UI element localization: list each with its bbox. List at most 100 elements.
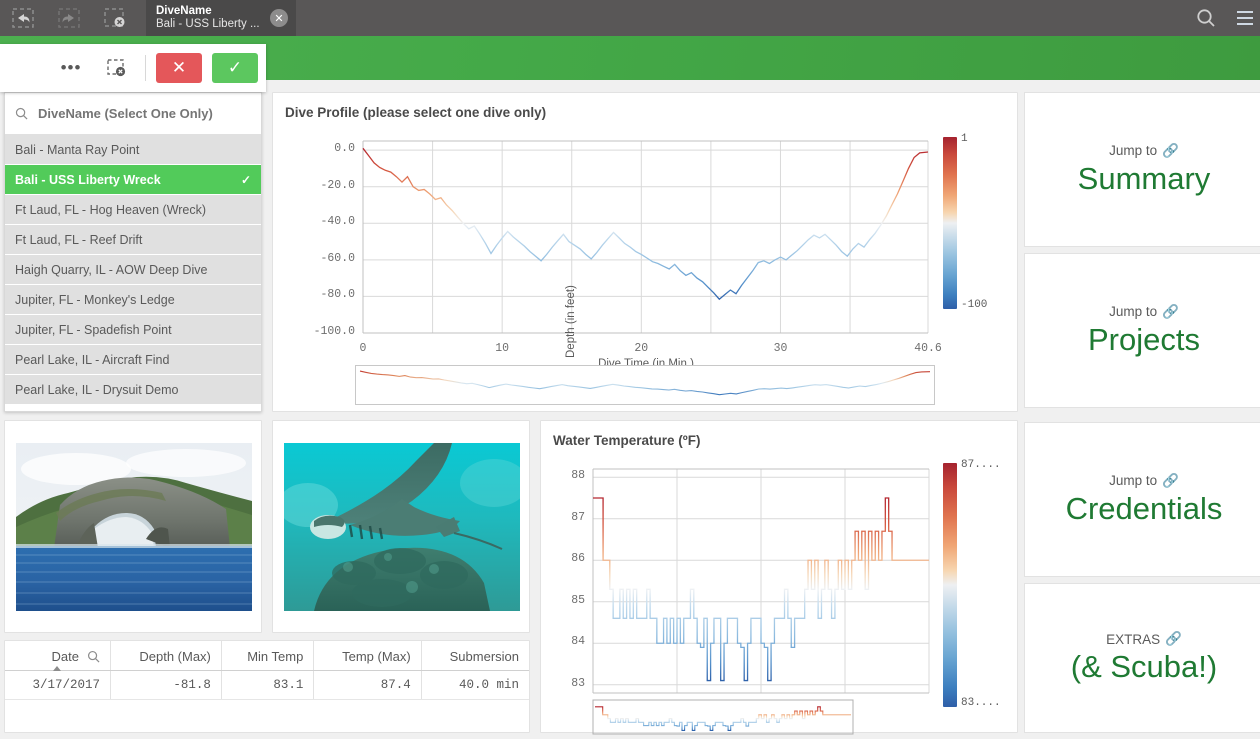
table-header-cell[interactable]: Temp (Max) [313, 641, 422, 671]
search-input[interactable] [36, 105, 251, 122]
table-header-label: Date [51, 649, 79, 664]
table-cell[interactable]: 83.1 [221, 670, 315, 700]
table-header-cell[interactable]: Min Temp [221, 641, 315, 671]
listbox-search-row[interactable]: DiveName (Select One Only) [5, 93, 261, 135]
water-temperature-colorbar [943, 463, 957, 707]
jump-credentials-kicker: Jump to [1109, 473, 1158, 489]
table-header-label: Depth (Max) [139, 649, 211, 664]
water-temperature-y-tick: 85 [571, 593, 585, 607]
listbox-item[interactable]: Bali - Manta Ray Point [5, 135, 261, 165]
dive-profile-card: Dive Profile (please select one dive onl… [272, 92, 1018, 412]
forward-arrow-icon[interactable] [46, 0, 92, 36]
dive-profile-colorbar-min: -100 [961, 299, 988, 311]
selection-tab[interactable]: DiveName Bali - USS Liberty ... ✕ [146, 0, 296, 36]
table-header-row: Date Depth (Max) Min Temp Temp (Max) Submers… [5, 641, 529, 671]
water-temperature-y-tick: 88 [571, 469, 585, 483]
bali-coastal-rock-arch-photo [16, 443, 252, 611]
table-cell[interactable]: 3/17/2017 [5, 670, 111, 700]
jump-extras-kicker: EXTRAS [1106, 631, 1161, 647]
dive-profile-plot[interactable]: 0.0 -20.0 -40.0 -60.0 -80.0 -100.0 0 10 20 30 40.6 [273, 123, 1019, 373]
link-icon: 🔗 [1165, 631, 1182, 647]
dive-detail-table: Date Depth (Max) Min Temp Temp (Max) Submers… [5, 641, 529, 700]
table-header-cell[interactable]: Depth (Max) [110, 641, 222, 671]
dive-profile-svg[interactable] [273, 123, 1019, 373]
listbox-item-label: Ft Laud, FL - Reef Drift [15, 232, 143, 247]
dive-profile-y-tick: -100.0 [313, 325, 355, 338]
manta-ray-underwater-photo [284, 443, 520, 611]
jump-extras-label[interactable]: (& Scuba!) [1071, 649, 1217, 685]
tab-selected-value: Bali - USS Liberty ... [156, 18, 260, 30]
dive-profile-colorbar-max: 1 [961, 133, 968, 145]
jump-to-credentials-card[interactable]: Jump to 🔗 Credentials [1024, 422, 1260, 577]
tab-field-name: DiveName [156, 4, 212, 17]
jump-projects-label[interactable]: Projects [1088, 322, 1200, 358]
hamburger-menu-icon[interactable] [1234, 11, 1260, 25]
listbox-item-label: Bali - Manta Ray Point [15, 142, 140, 157]
clear-selections-icon[interactable] [92, 0, 138, 36]
listbox-item[interactable]: Bali - USS Liberty Wreck ✓ [5, 165, 261, 195]
confirm-selection-button[interactable]: ✓ [212, 53, 258, 83]
table-cell[interactable]: 87.4 [313, 670, 422, 700]
clear-selection-icon[interactable] [99, 53, 135, 83]
photo-card-manta-ray [272, 420, 530, 633]
dive-profile-x-tick: 20 [634, 342, 649, 355]
listbox-item[interactable]: Jupiter, FL - Monkey's Ledge [5, 285, 261, 315]
listbox-item[interactable]: Ft Laud, FL - Reef Drift [5, 225, 261, 255]
water-temperature-colorbar-max: 87.... [961, 459, 1001, 471]
listbox-items: Bali - Manta Ray Point Bali - USS Liberty… [5, 135, 261, 411]
dive-profile-y-axis-title: Depth (in feet) [565, 285, 577, 358]
selection-confirm-toolbar: ••• ✕ ✓ [0, 44, 266, 92]
more-options-icon[interactable]: ••• [53, 53, 89, 83]
table-row[interactable]: 3/17/2017 -81.8 83.1 87.4 40.0 min [5, 670, 529, 700]
listbox-item[interactable]: Pearl Lake, IL - Drysuit Demo [5, 375, 261, 405]
dive-profile-gridlines [362, 140, 929, 334]
water-temperature-title: Water Temperature (ºF) [553, 433, 701, 448]
dive-profile-y-tick: -80.0 [320, 288, 355, 302]
water-temperature-gridlines [592, 468, 930, 694]
dive-profile-x-tick: 10 [495, 342, 510, 355]
table-header-label: Min Temp [247, 649, 304, 664]
jump-to-summary-card[interactable]: Jump to 🔗 Summary [1024, 92, 1260, 247]
listbox-item[interactable]: Haigh Quarry, IL - AOW Deep Dive [5, 255, 261, 285]
table-header-cell[interactable]: Date [5, 641, 111, 671]
jump-extras-kicker-row: EXTRAS 🔗 [1106, 631, 1182, 647]
listbox-item[interactable]: Ft Laud, FL - Hog Heaven (Wreck) [5, 195, 261, 225]
water-temperature-card: Water Temperature (ºF) 88 87 86 85 84 83… [540, 420, 1018, 735]
water-temperature-y-tick: 83 [571, 676, 585, 690]
close-icon[interactable]: ✕ [270, 9, 288, 27]
jump-to-projects-card[interactable]: Jump to 🔗 Projects [1024, 253, 1260, 408]
listbox-item-label: Ft Laud, FL - Hog Heaven (Wreck) [15, 202, 207, 217]
listbox-item[interactable]: Pearl Lake, IL - Aircraft Find [5, 345, 261, 375]
cancel-selection-button[interactable]: ✕ [156, 53, 202, 83]
check-icon: ✓ [240, 172, 251, 187]
jump-credentials-label[interactable]: Credentials [1066, 491, 1223, 527]
dive-profile-y-tick: -40.0 [320, 215, 355, 229]
jump-summary-kicker: Jump to [1109, 143, 1158, 159]
jump-to-extras-card[interactable]: EXTRAS 🔗 (& Scuba!) [1024, 583, 1260, 733]
table-cell[interactable]: -81.8 [110, 670, 222, 700]
table-header-label: Submersion [449, 649, 519, 664]
dive-profile-colorbar [943, 137, 957, 309]
table-cell[interactable]: 40.0 min [421, 670, 529, 700]
jump-summary-label[interactable]: Summary [1078, 161, 1211, 197]
listbox-item-label: Jupiter, FL - Spadefish Point [15, 322, 172, 337]
search-icon[interactable] [1178, 7, 1234, 29]
toolbar-divider [145, 55, 146, 81]
water-temperature-y-tick: 87 [571, 510, 585, 524]
search-icon[interactable] [87, 650, 100, 663]
back-arrow-icon[interactable] [0, 0, 46, 36]
table-body: 3/17/2017 -81.8 83.1 87.4 40.0 min [5, 670, 529, 700]
table-header-label: Temp (Max) [342, 649, 411, 664]
listbox-item[interactable]: Jupiter, FL - Spadefish Point [5, 315, 261, 345]
search-icon [15, 107, 28, 120]
table-header-cell[interactable]: Submersion [421, 641, 529, 671]
top-toolbar: DiveName Bali - USS Liberty ... ✕ [0, 0, 1260, 36]
topbar-right-group [1178, 0, 1260, 36]
dive-profile-range-brush[interactable] [355, 365, 935, 405]
sort-ascending-icon [53, 666, 62, 671]
dive-profile-y-tick: -20.0 [320, 178, 355, 192]
link-icon: 🔗 [1162, 472, 1179, 488]
dive-profile-mini-svg[interactable] [356, 366, 934, 404]
listbox-item-label: Jupiter, FL - Monkey's Ledge [15, 292, 175, 307]
dive-profile-y-tick: -60.0 [320, 251, 355, 265]
